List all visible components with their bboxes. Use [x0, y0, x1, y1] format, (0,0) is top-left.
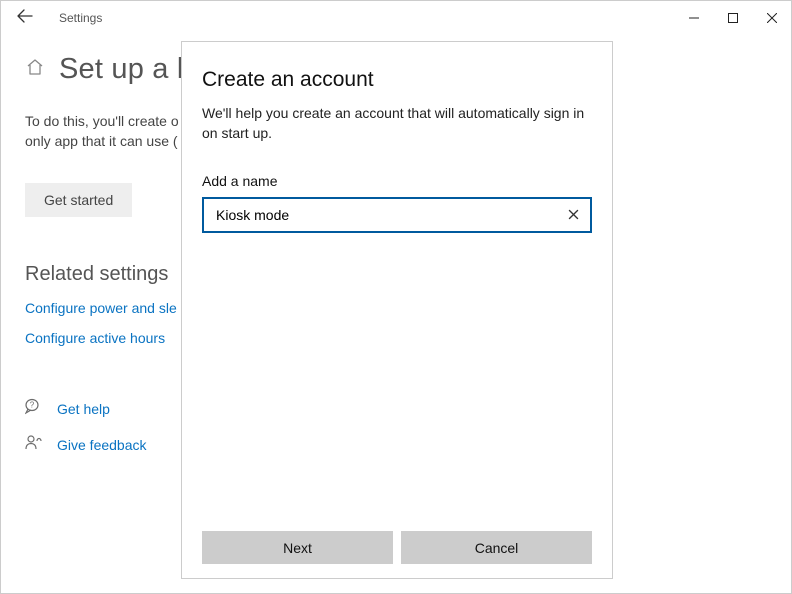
close-button[interactable] [752, 4, 791, 32]
minimize-button[interactable] [674, 4, 713, 32]
help-icon: ? [25, 398, 43, 420]
dialog-title: Create an account [202, 68, 592, 92]
cancel-button[interactable]: Cancel [401, 531, 592, 564]
desc-line-2: only app that it can use ( [25, 133, 178, 149]
feedback-icon [25, 434, 43, 456]
get-started-button[interactable]: Get started [25, 183, 132, 217]
clear-input-icon[interactable] [563, 205, 584, 226]
name-input-wrapper[interactable] [202, 197, 592, 233]
name-field-label: Add a name [202, 173, 592, 189]
link-get-help[interactable]: Get help [57, 401, 110, 417]
titlebar-left: Settings [9, 3, 102, 33]
maximize-button[interactable] [713, 4, 752, 32]
titlebar: Settings [1, 1, 791, 35]
home-icon [25, 57, 45, 82]
dialog-buttons: Next Cancel [202, 531, 592, 564]
desc-line-1: To do this, you'll create o [25, 113, 179, 129]
app-title: Settings [59, 11, 102, 25]
page-title: Set up a k [59, 53, 192, 86]
link-give-feedback[interactable]: Give feedback [57, 437, 147, 453]
create-account-dialog: Create an account We'll help you create … [181, 41, 613, 579]
next-button[interactable]: Next [202, 531, 393, 564]
dialog-subtitle: We'll help you create an account that wi… [202, 104, 592, 143]
back-button[interactable] [9, 3, 41, 33]
window-controls [674, 4, 791, 32]
name-input[interactable] [214, 206, 563, 224]
svg-text:?: ? [30, 401, 35, 410]
